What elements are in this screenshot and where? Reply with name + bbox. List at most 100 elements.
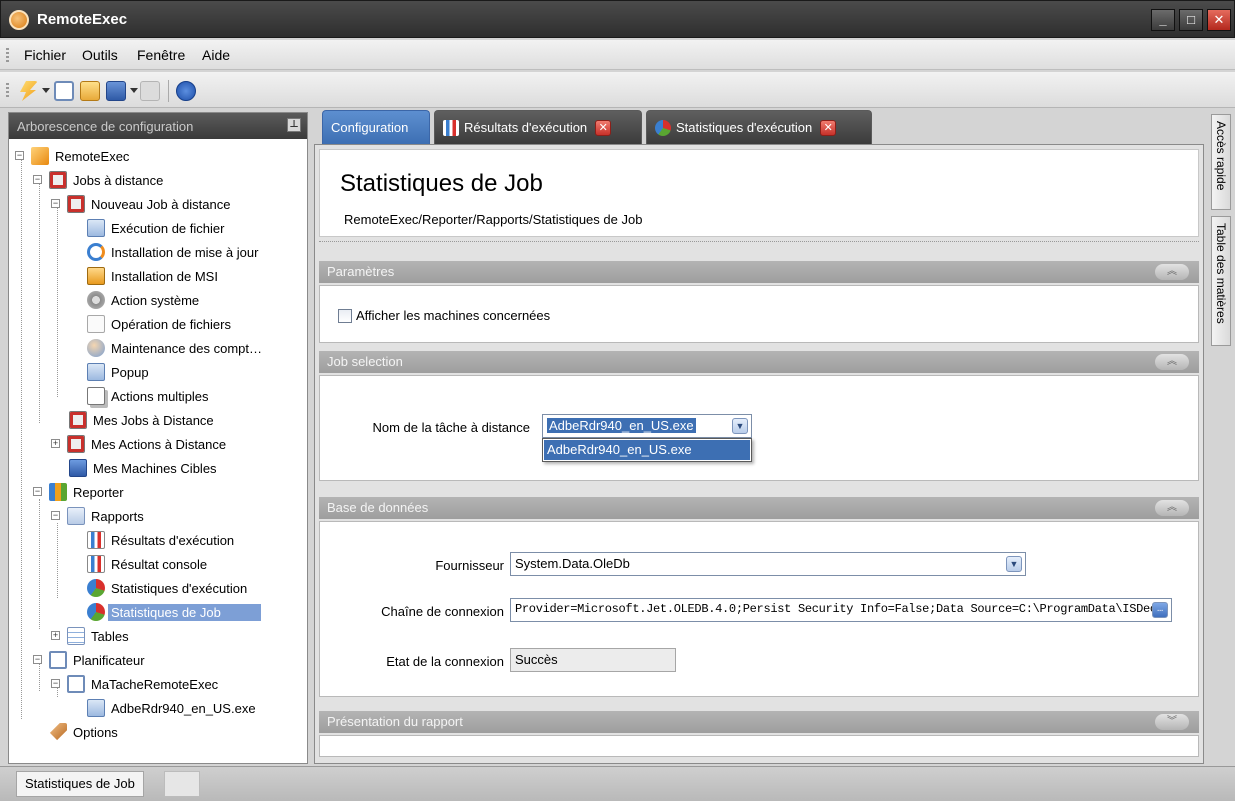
section-header-parametres[interactable]: Paramètres ︽ <box>319 261 1199 283</box>
tree-node-options[interactable]: Options <box>33 721 121 743</box>
connection-string-label: Chaîne de connexion <box>381 604 504 619</box>
tree-node-mes-jobs[interactable]: Mes Jobs à Distance <box>69 409 217 431</box>
side-tab-table-des-matieres[interactable]: Table des matières <box>1211 216 1231 346</box>
execute-dropdown-arrow[interactable] <box>42 88 50 93</box>
section-body-parametres: Afficher les machines concernées <box>319 285 1199 343</box>
connection-string-input[interactable]: Provider=Microsoft.Jet.OLEDB.4.0;Persist… <box>510 598 1172 622</box>
tree-panel-header: Arborescence de configuration <box>9 113 307 139</box>
main-content: Statistiques de Job RemoteExec/Reporter/… <box>314 144 1204 764</box>
scheduled-task-icon <box>67 675 85 693</box>
expand-icon[interactable]: ︾ <box>1155 714 1189 730</box>
toolbar-grip[interactable] <box>6 83 9 97</box>
section-header-job-selection[interactable]: Job selection ︽ <box>319 351 1199 373</box>
remote-job-icon <box>49 171 67 189</box>
close-tab-icon[interactable]: ✕ <box>595 119 612 136</box>
tree-node-popup[interactable]: Popup <box>87 361 152 383</box>
tree-node-statistiques-execution[interactable]: Statistiques d'exécution <box>87 577 250 599</box>
section-header-base-de-donnees[interactable]: Base de données ︽ <box>319 497 1199 519</box>
tree-node-operation-fichiers[interactable]: Opération de fichiers <box>87 313 234 335</box>
job-name-option[interactable]: AdbeRdr940_en_US.exe <box>544 440 750 460</box>
menu-bar: Fichier Outils Fenêtre Aide <box>0 40 1235 70</box>
tree-node-rapports[interactable]: − Rapports <box>51 505 147 527</box>
execute-lightning-icon[interactable] <box>20 81 38 101</box>
page-title: Statistiques de Job <box>340 170 543 197</box>
open-folder-icon[interactable] <box>80 81 100 101</box>
side-panel-strip: Accès rapide Table des matières <box>1209 110 1233 765</box>
configuration-tree-panel: Arborescence de configuration ⊥ − Remote… <box>8 112 308 764</box>
remoteexec-icon <box>31 147 49 165</box>
results-report-icon <box>443 119 459 136</box>
tree-node-installation-mise-a-jour[interactable]: Installation de mise à jour <box>87 241 261 263</box>
help-icon[interactable] <box>176 81 196 101</box>
tab-resultats-execution[interactable]: Résultats d'exécution ✕ <box>434 110 642 144</box>
close-tab-icon[interactable]: ✕ <box>820 119 837 136</box>
tree-node-remoteexec[interactable]: − RemoteExec <box>15 145 132 167</box>
breadcrumb: RemoteExec/Reporter/Rapports/Statistique… <box>344 212 643 227</box>
menu-outils[interactable]: Outils <box>82 47 118 63</box>
save-icon[interactable] <box>106 81 126 101</box>
chevron-down-icon[interactable]: ▼ <box>732 418 748 434</box>
menu-grip[interactable] <box>6 48 9 62</box>
menu-fenetre[interactable]: Fenêtre <box>137 47 185 63</box>
tab-statistiques-execution[interactable]: Statistiques d'exécution ✕ <box>646 110 872 144</box>
target-machines-icon <box>69 459 87 477</box>
tree-node-statistiques-job[interactable]: Statistiques de Job <box>87 601 261 623</box>
tree-node-installation-msi[interactable]: Installation de MSI <box>87 265 221 287</box>
tree-node-maintenance-comptes[interactable]: Maintenance des compt… <box>87 337 265 359</box>
job-name-select[interactable]: AdbeRdr940_en_US.exe ▼ <box>542 414 752 438</box>
tree-node-planificateur[interactable]: − Planificateur <box>33 649 148 671</box>
collapse-icon[interactable]: ︽ <box>1155 500 1189 516</box>
popup-icon <box>87 363 105 381</box>
tree-node-resultats-execution[interactable]: Résultats d'exécution <box>87 529 237 551</box>
toolbar-separator <box>168 80 169 102</box>
section-header-presentation-rapport[interactable]: Présentation du rapport ︾ <box>319 711 1199 733</box>
tree-node-execution-fichier[interactable]: Exécution de fichier <box>87 217 227 239</box>
job-name-label: Nom de la tâche à distance <box>372 420 530 435</box>
tree-node-nouveau-job[interactable]: − Nouveau Job à distance <box>51 193 233 215</box>
tree-node-mes-actions[interactable]: + Mes Actions à Distance <box>51 433 229 455</box>
maximize-button[interactable]: □ <box>1179 9 1203 31</box>
system-gear-icon <box>87 291 105 309</box>
provider-label: Fournisseur <box>435 558 504 573</box>
file-execution-icon <box>87 219 105 237</box>
show-machines-checkbox[interactable] <box>338 309 352 323</box>
menu-fichier[interactable]: Fichier <box>24 47 66 63</box>
reports-icon <box>67 507 85 525</box>
provider-select[interactable]: System.Data.OleDb ▼ <box>510 552 1026 576</box>
save-dropdown-arrow[interactable] <box>130 88 138 93</box>
close-button[interactable]: ✕ <box>1207 9 1231 31</box>
browse-connection-button[interactable]: … <box>1152 602 1168 618</box>
tree-node-mes-machines[interactable]: Mes Machines Cibles <box>69 457 220 479</box>
connection-state-value: Succès <box>510 648 676 672</box>
connection-state-label: Etat de la connexion <box>386 654 504 669</box>
tree-node-jobs-a-distance[interactable]: − Jobs à distance <box>33 169 166 191</box>
tree-node-reporter[interactable]: − Reporter <box>33 481 127 503</box>
executable-file-icon <box>87 699 105 717</box>
multiple-actions-icon <box>87 387 105 405</box>
chevron-down-icon[interactable]: ▼ <box>1006 556 1022 572</box>
tab-configuration[interactable]: Configuration <box>322 110 430 144</box>
collapse-icon[interactable]: ︽ <box>1155 264 1189 280</box>
menu-aide[interactable]: Aide <box>202 47 230 63</box>
side-tab-acces-rapide[interactable]: Accès rapide <box>1211 114 1231 210</box>
tree-node-matacheremoteexec[interactable]: − MaTacheRemoteExec <box>51 673 221 695</box>
section-body-job-selection: Nom de la tâche à distance AdbeRdr940_en… <box>319 375 1199 481</box>
my-jobs-icon <box>69 411 87 429</box>
section-body-presentation-rapport <box>319 735 1199 757</box>
tree-node-action-systeme[interactable]: Action système <box>87 289 202 311</box>
tree-node-resultat-console[interactable]: Résultat console <box>87 553 210 575</box>
page-header: Statistiques de Job RemoteExec/Reporter/… <box>319 149 1199 237</box>
title-bar: RemoteExec _ □ ✕ <box>0 0 1235 38</box>
file-operation-icon <box>87 315 105 333</box>
header-divider <box>319 241 1199 243</box>
status-active-document[interactable]: Statistiques de Job <box>16 771 144 797</box>
print-icon[interactable] <box>140 81 160 101</box>
new-schedule-icon[interactable] <box>54 81 74 101</box>
window-title: RemoteExec <box>37 11 128 28</box>
collapse-icon[interactable]: ︽ <box>1155 354 1189 370</box>
pin-icon[interactable]: ⊥ <box>287 118 301 132</box>
minimize-button[interactable]: _ <box>1151 9 1175 31</box>
tree-node-actions-multiples[interactable]: Actions multiples <box>87 385 212 407</box>
tree-node-tables[interactable]: + Tables <box>51 625 132 647</box>
tree-node-adberdr940[interactable]: AdbeRdr940_en_US.exe <box>87 697 259 719</box>
